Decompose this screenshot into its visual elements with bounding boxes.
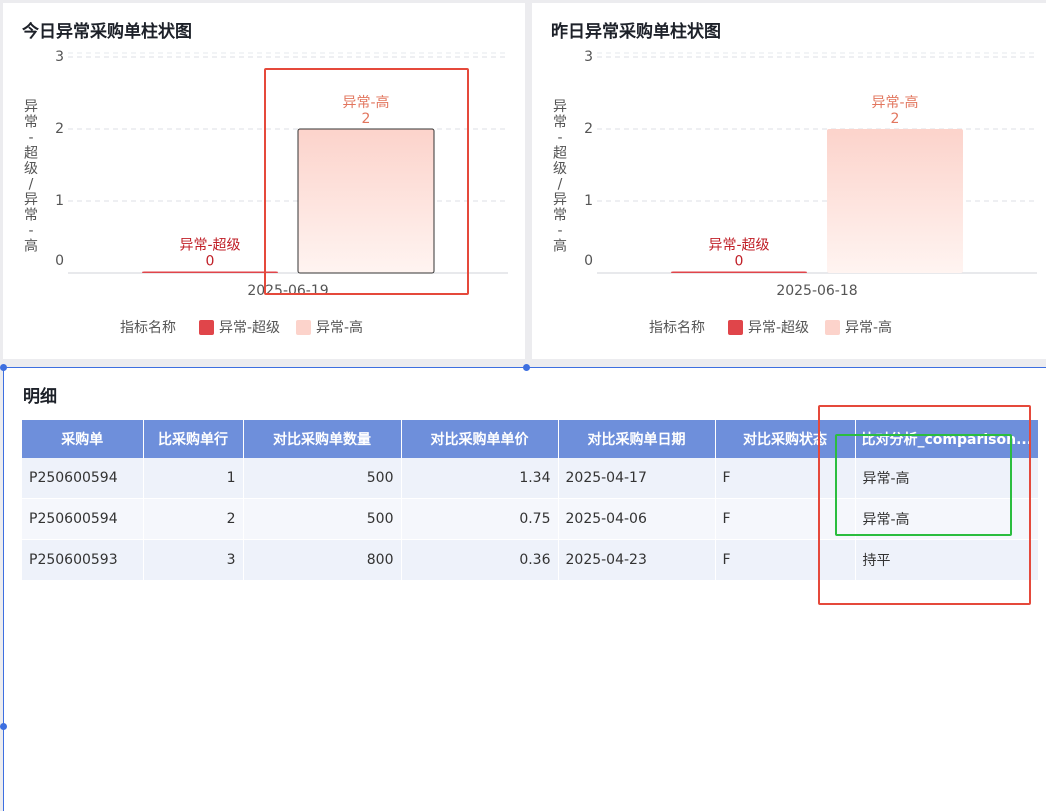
y-axis-label-char: 超 — [24, 146, 38, 162]
data-label-series: 异常-超级 — [708, 238, 769, 254]
y-axis-label-char: / — [29, 177, 34, 193]
data-label-value: 0 — [735, 254, 744, 270]
y-axis-label-char: 常 — [553, 115, 567, 131]
legend-label: 异常-超级 — [219, 320, 280, 336]
y-axis-label-char: 常 — [553, 208, 567, 224]
legend-label: 异常-超级 — [748, 320, 809, 336]
y-tick-label: 3 — [55, 49, 64, 65]
data-label-value: 0 — [206, 254, 215, 270]
table-cell: 持平 — [855, 539, 1040, 581]
legend-swatch — [825, 320, 840, 335]
table-cell: 500 — [243, 458, 402, 499]
table-cell: 2025-04-23 — [558, 539, 716, 581]
legend-title: 指标名称 — [120, 320, 176, 336]
table-cell: F — [715, 539, 856, 581]
table-cell: 2025-04-06 — [558, 498, 716, 540]
y-axis-label-char: 异 — [553, 192, 567, 208]
yesterday-chart-title: 昨日异常采购单柱状图 — [551, 22, 721, 42]
legend-swatch — [728, 320, 743, 335]
y-tick-label: 2 — [55, 121, 64, 137]
table-cell: F — [715, 498, 856, 540]
today-chart-panel: 今日异常采购单柱状图 0 1 2 3 异常 - 超级 / 异常 - 高异常-超级 0 异常-高 2 2025… — [3, 3, 525, 359]
table-cell: 异常-高 — [855, 498, 1040, 540]
data-label-value: 2 — [362, 111, 371, 127]
y-axis-label-char: 异 — [24, 192, 38, 208]
table-cell: 1 — [143, 458, 244, 499]
table-row[interactable]: P250600594 2 500 0.75 2025-04-06 F 异常-高 — [22, 498, 1040, 540]
y-tick-label: 0 — [55, 253, 64, 269]
legend-label: 异常-高 — [316, 319, 363, 336]
column-header[interactable]: 采购单 — [22, 420, 144, 458]
column-header[interactable]: 比采购单行 — [143, 420, 244, 458]
bar-abnormal-super — [142, 271, 278, 273]
y-axis-label-char: 高 — [24, 238, 38, 255]
y-axis-label-char: - — [557, 130, 562, 146]
data-label-series: 异常-超级 — [179, 238, 240, 254]
data-label-series: 异常-高 — [342, 94, 389, 111]
y-tick-label: 1 — [584, 193, 593, 209]
y-axis-label-char: 级 — [553, 161, 567, 177]
y-axis-label-char: - — [557, 223, 562, 239]
bar-abnormal-high — [827, 129, 963, 273]
y-axis-label-char: 异 — [553, 99, 567, 115]
table-cell: 1.34 — [401, 458, 559, 499]
table-row[interactable]: P250600594 1 500 1.34 2025-04-17 F 异常-高 — [22, 458, 1040, 499]
table-row[interactable]: P250600593 3 800 0.36 2025-04-23 F 持平 — [22, 539, 1040, 581]
column-header[interactable]: 对比采购单数量 — [243, 420, 402, 458]
table-cell: P250600594 — [22, 498, 144, 540]
yesterday-chart-panel: 昨日异常采购单柱状图 0 1 2 3 异常 - 超级 / 异常 - 高异常-超级 0 异常-高 2 2025… — [532, 3, 1046, 359]
legend-title: 指标名称 — [649, 320, 705, 336]
legend-swatch — [296, 320, 311, 335]
x-tick-label: 2025-06-19 — [247, 283, 328, 299]
legend-label: 异常-高 — [845, 319, 892, 336]
today-bar-chart: 0123异常-超级/异常-高 异常-超级0异常-高22025-06-19指标名称异… — [24, 49, 508, 336]
y-axis-label-char: 高 — [553, 238, 567, 255]
table-cell: 3 — [143, 539, 244, 581]
yesterday-bar-chart: 0123异常-超级/异常-高 异常-超级0异常-高22025-06-18指标名称异… — [553, 49, 1037, 336]
column-header[interactable]: 对比采购单单价 — [401, 420, 559, 458]
table-cell: 500 — [243, 498, 402, 540]
table-cell: 2025-04-17 — [558, 458, 716, 499]
x-tick-label: 2025-06-18 — [776, 283, 857, 299]
table-cell: F — [715, 458, 856, 499]
table-cell: P250600593 — [22, 539, 144, 581]
legend-swatch — [199, 320, 214, 335]
y-tick-label: 1 — [55, 193, 64, 209]
detail-panel[interactable]: 明细 采购单 比采购单行 对比采购单数量 对比采购单单价 对比采购单日期 对比采… — [3, 367, 1046, 811]
data-label-value: 2 — [891, 111, 900, 127]
resize-handle-top[interactable] — [523, 364, 530, 371]
column-header[interactable]: 比对分析_comparison... — [855, 420, 1040, 458]
detail-title: 明细 — [23, 387, 57, 407]
table-cell: 800 — [243, 539, 402, 581]
y-tick-label: 0 — [584, 253, 593, 269]
bar-abnormal-high — [297, 128, 435, 274]
table-cell: 异常-高 — [855, 458, 1040, 499]
bar-abnormal-super — [671, 271, 807, 273]
resize-handle-corner[interactable] — [0, 364, 7, 371]
y-axis-label-char: 异 — [24, 99, 38, 115]
detail-table: 采购单 比采购单行 对比采购单数量 对比采购单单价 对比采购单日期 对比采购状态… — [22, 420, 1040, 581]
y-axis-label-char: 常 — [24, 115, 38, 131]
today-chart-title: 今日异常采购单柱状图 — [22, 22, 192, 42]
resize-handle-left[interactable] — [0, 723, 7, 730]
data-label-series: 异常-高 — [871, 94, 918, 111]
y-axis-label-char: - — [28, 223, 33, 239]
column-header[interactable]: 对比采购状态 — [715, 420, 856, 458]
y-tick-label: 2 — [584, 121, 593, 137]
y-tick-label: 3 — [584, 49, 593, 65]
y-axis-label-char: 常 — [24, 208, 38, 224]
table-header-row: 采购单 比采购单行 对比采购单数量 对比采购单单价 对比采购单日期 对比采购状态… — [22, 420, 1040, 458]
y-axis-label-char: 超 — [553, 146, 567, 162]
table-cell: 0.36 — [401, 539, 559, 581]
y-axis-label-char: - — [28, 130, 33, 146]
table-cell: 0.75 — [401, 498, 559, 540]
y-axis-label-char: / — [558, 177, 563, 193]
table-cell: P250600594 — [22, 458, 144, 499]
y-axis-label-char: 级 — [24, 161, 38, 177]
table-cell: 2 — [143, 498, 244, 540]
column-header[interactable]: 对比采购单日期 — [558, 420, 716, 458]
